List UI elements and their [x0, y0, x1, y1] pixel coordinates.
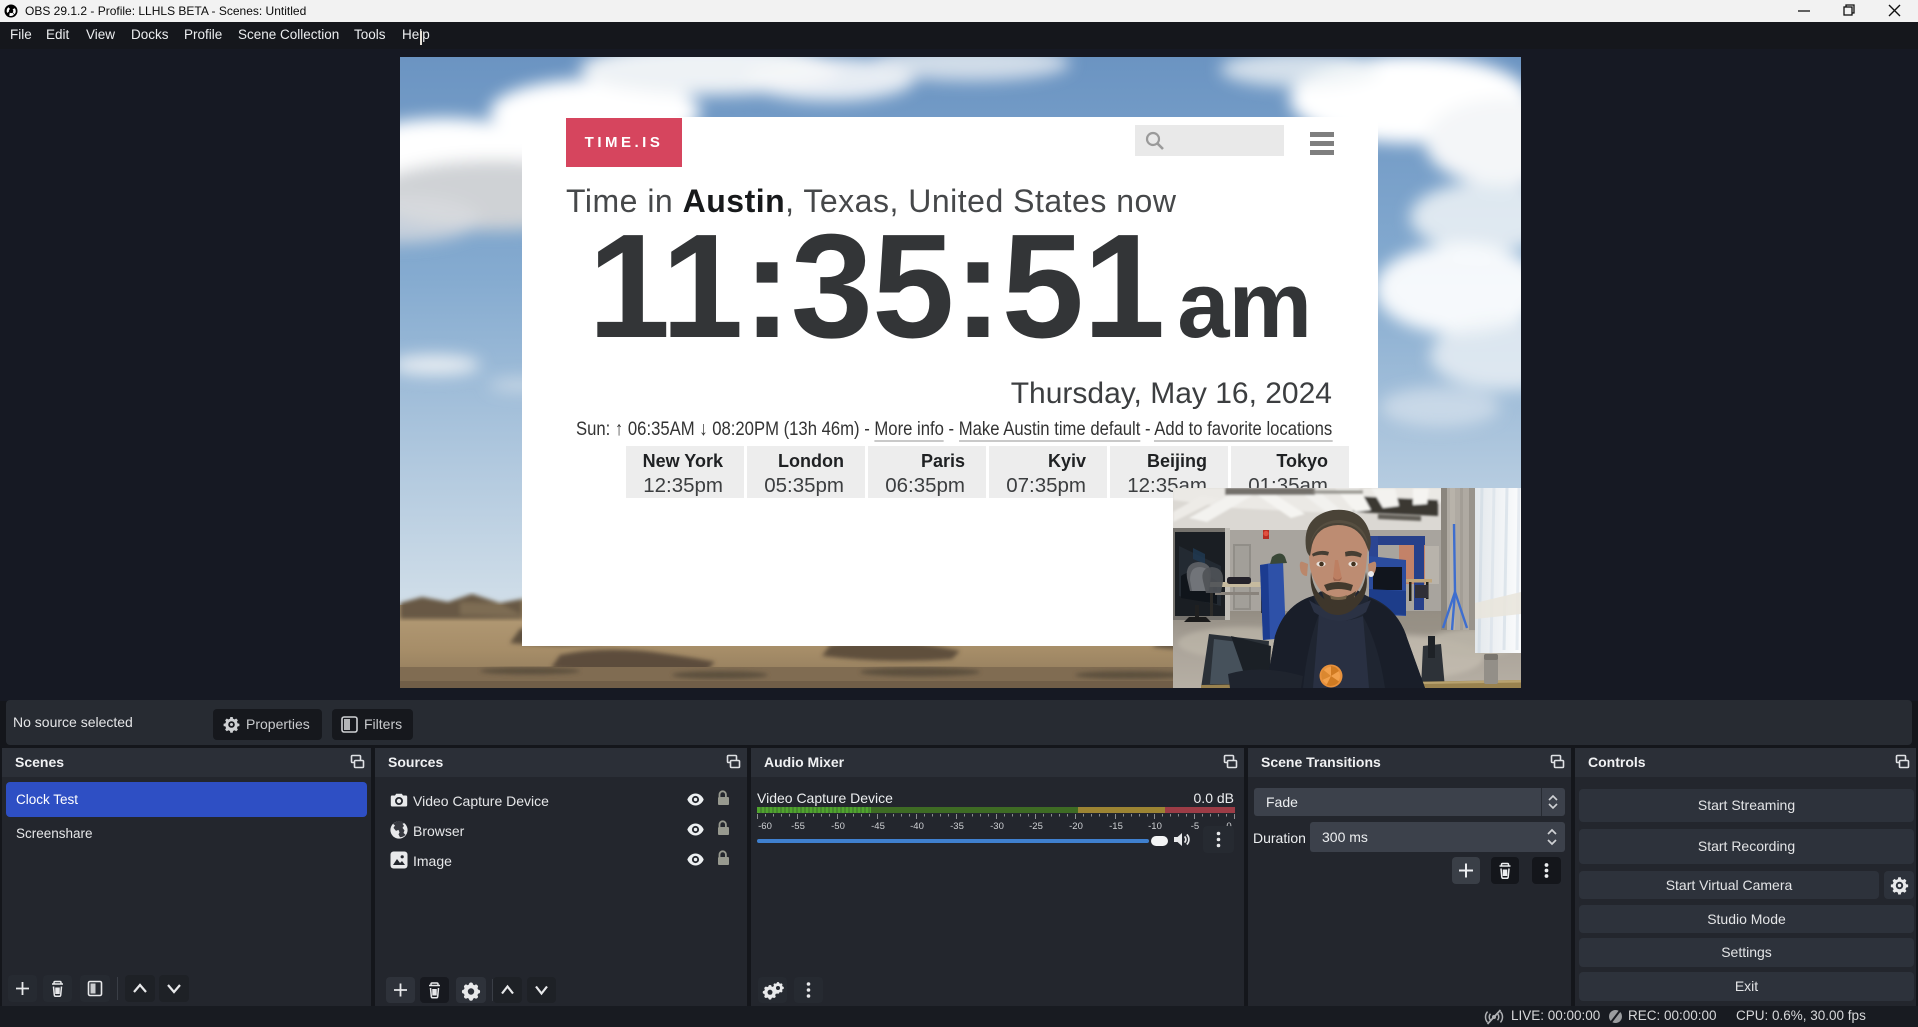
- svg-text:-40: -40: [910, 821, 924, 831]
- svg-text:-45: -45: [871, 821, 885, 831]
- svg-text:-55: -55: [791, 821, 805, 831]
- svg-text:-20: -20: [1069, 821, 1083, 831]
- svg-text:-25: -25: [1029, 821, 1043, 831]
- svg-text:-35: -35: [950, 821, 964, 831]
- svg-text:-15: -15: [1109, 821, 1123, 831]
- svg-text:-50: -50: [831, 821, 845, 831]
- svg-text:-60: -60: [758, 821, 772, 831]
- svg-text:-30: -30: [990, 821, 1004, 831]
- svg-text:-10: -10: [1148, 821, 1162, 831]
- svg-text:-5: -5: [1191, 821, 1199, 831]
